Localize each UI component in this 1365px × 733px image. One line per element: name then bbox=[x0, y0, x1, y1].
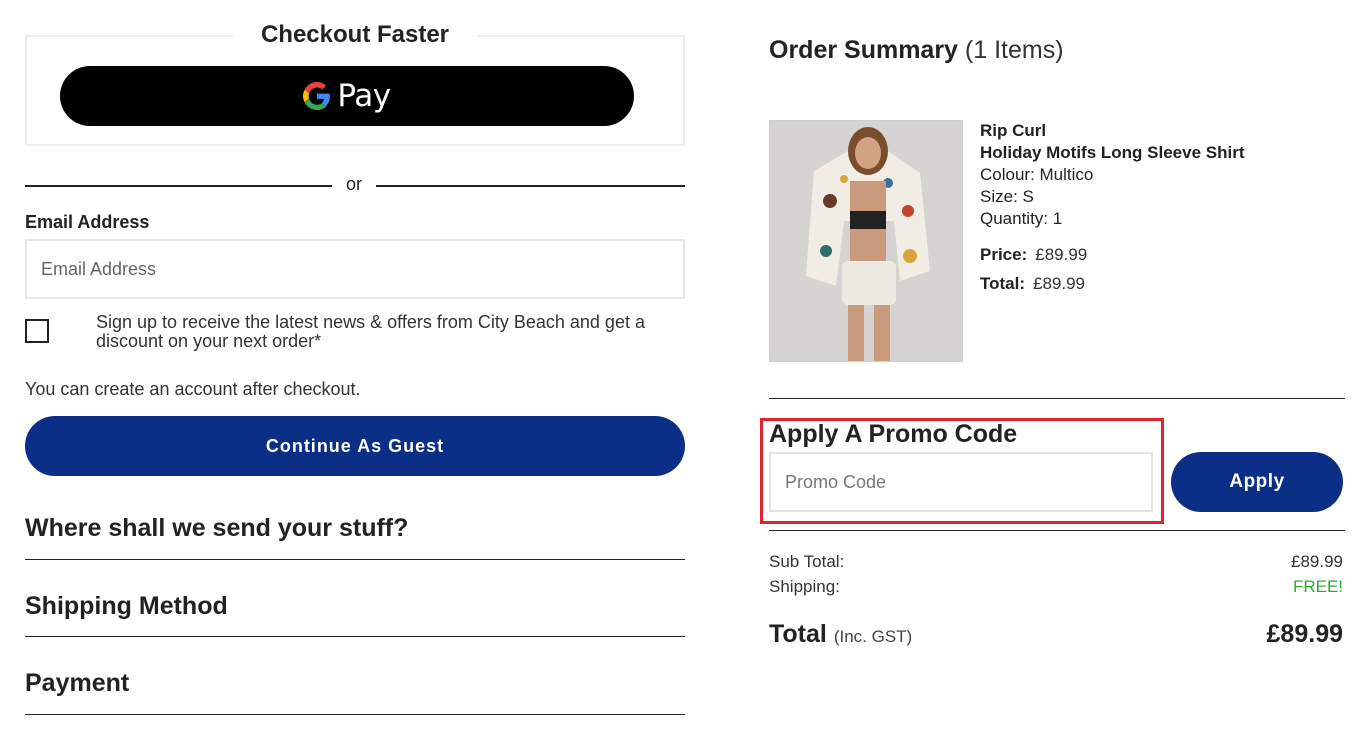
shipping-method-section-header[interactable]: Shipping Method bbox=[25, 592, 228, 621]
email-label: Email Address bbox=[25, 212, 150, 232]
divider-or-text: or bbox=[345, 174, 362, 194]
account-note: You can create an account after checkout… bbox=[25, 379, 361, 399]
product-price-label: Price: bbox=[980, 245, 1028, 264]
promo-code-input[interactable] bbox=[769, 452, 1153, 512]
order-summary-title: Order Summary (1 Items) bbox=[769, 36, 1064, 65]
product-total-row: Total: £89.99 bbox=[980, 274, 1085, 294]
product-colour: Colour: Multico bbox=[980, 165, 1094, 184]
checkout-faster-title: Checkout Faster bbox=[233, 20, 477, 50]
promo-code-title: Apply A Promo Code bbox=[769, 420, 1018, 448]
google-g-icon bbox=[303, 82, 331, 110]
shipping-address-section-header[interactable]: Where shall we send your stuff? bbox=[25, 514, 408, 543]
newsletter-signup-text: Sign up to receive the latest news & off… bbox=[96, 312, 645, 351]
google-pay-label: Pay bbox=[337, 78, 391, 114]
continue-as-guest-button[interactable]: Continue As Guest bbox=[25, 416, 685, 476]
order-item-count: (1 Items) bbox=[964, 36, 1064, 64]
product-total: £89.99 bbox=[1033, 274, 1086, 293]
subtotal-value: £89.99 bbox=[1291, 552, 1343, 571]
divider-line-left bbox=[25, 185, 332, 187]
section-divider bbox=[25, 559, 685, 560]
email-input[interactable] bbox=[25, 239, 685, 299]
grand-total-value: £89.99 bbox=[1266, 620, 1343, 648]
product-photo-illustration bbox=[770, 121, 962, 361]
google-pay-button[interactable]: Pay bbox=[60, 66, 634, 126]
subtotal-label: Sub Total: bbox=[769, 552, 845, 571]
product-total-label: Total: bbox=[980, 274, 1026, 293]
grand-total-tax-note: (Inc. GST) bbox=[833, 627, 913, 646]
newsletter-signup-checkbox[interactable] bbox=[25, 319, 49, 343]
product-price-row: Price: £89.99 bbox=[980, 245, 1087, 265]
summary-divider bbox=[769, 398, 1345, 399]
product-name[interactable]: Holiday Motifs Long Sleeve Shirt bbox=[980, 142, 1244, 164]
divider-line-right bbox=[376, 185, 685, 187]
product-brand[interactable]: Rip Curl bbox=[980, 120, 1244, 142]
product-details: Rip Curl Holiday Motifs Long Sleeve Shir… bbox=[980, 120, 1244, 230]
shipping-label: Shipping: bbox=[769, 577, 840, 596]
product-quantity: Quantity: 1 bbox=[980, 209, 1063, 228]
section-divider bbox=[25, 636, 685, 637]
summary-divider bbox=[769, 530, 1345, 531]
order-summary-heading: Order Summary bbox=[769, 36, 958, 64]
grand-total-label: Total bbox=[769, 620, 827, 648]
payment-section-header[interactable]: Payment bbox=[25, 669, 129, 698]
product-price: £89.99 bbox=[1035, 245, 1088, 264]
grand-total-label-row: Total (Inc. GST) bbox=[769, 620, 912, 649]
product-size: Size: S bbox=[980, 187, 1034, 206]
product-image[interactable] bbox=[769, 120, 963, 362]
apply-promo-button[interactable]: Apply bbox=[1171, 452, 1343, 512]
shipping-value: FREE! bbox=[1292, 577, 1343, 596]
section-divider bbox=[25, 714, 685, 715]
